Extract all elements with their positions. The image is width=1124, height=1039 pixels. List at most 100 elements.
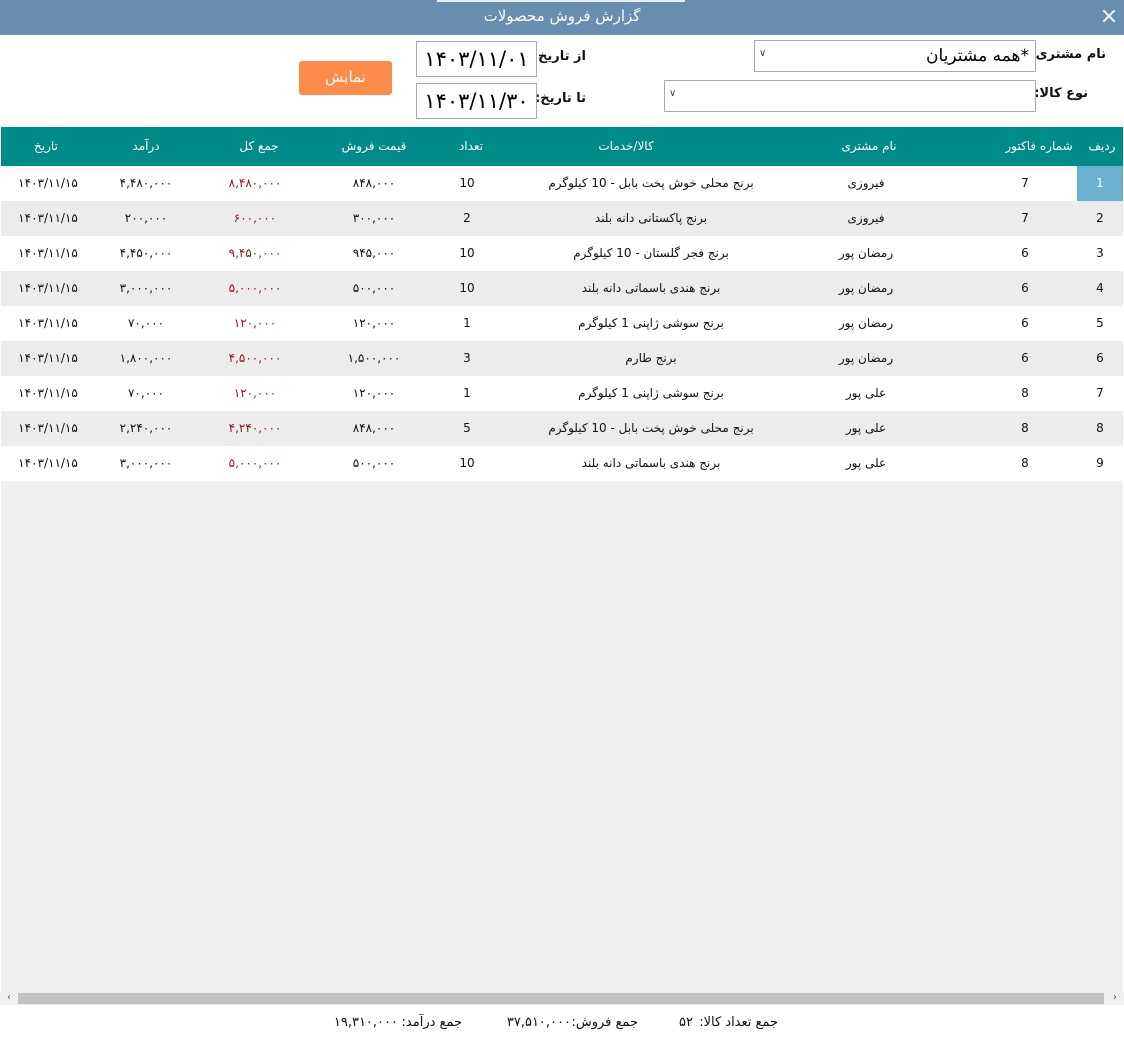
cell-income[interactable]: ۲,۲۴۰,۰۰۰ [91,411,201,446]
column-header[interactable]: شماره فاکتور [997,127,1081,166]
cell-product[interactable]: برنج طارم [511,341,791,376]
cell-product[interactable]: برنج سوشی ژاپنی 1 کیلوگرم [511,376,791,411]
close-icon[interactable]: × [1098,5,1120,29]
scroll-right-icon[interactable]: › [1108,991,1122,1004]
cell-idx[interactable]: 3 [1077,236,1123,271]
cell-idx[interactable]: 4 [1077,271,1123,306]
table-row[interactable]: 8 8 علی پور برنج محلی خوش پخت بابل - 10 کیل… [1,411,1123,446]
cell-date[interactable]: ۱۴۰۳/۱۱/۱۵ [1,341,95,376]
table-row[interactable]: 9 8 علی پور برنج هندی باسماتی دانه بلند 10 ۵۰… [1,446,1123,481]
cell-price[interactable]: ۱۲۰,۰۰۰ [317,306,431,341]
to-date-field[interactable]: ۱۴۰۳/۱۱/۳۰ [416,83,537,119]
cell-price[interactable]: ۸۴۸,۰۰۰ [317,411,431,446]
cell-date[interactable]: ۱۴۰۳/۱۱/۱۵ [1,446,95,481]
cell-idx[interactable]: 9 [1077,446,1123,481]
cell-product[interactable]: برنج سوشی ژاپنی 1 کیلوگرم [511,306,791,341]
table-row[interactable]: 7 8 علی پور برنج سوشی ژاپنی 1 کیلوگرم 1 ۱۲۰,۰… [1,376,1123,411]
cell-idx[interactable]: 6 [1077,341,1123,376]
table-row[interactable]: 5 6 رمضان پور برنج سوشی ژاپنی 1 کیلوگرم 1 ۱۲۰… [1,306,1123,341]
cell-qty[interactable]: 3 [437,341,497,376]
cell-idx[interactable]: 8 [1077,411,1123,446]
column-header[interactable]: تعداد [431,127,511,166]
cell-date[interactable]: ۱۴۰۳/۱۱/۱۵ [1,201,95,236]
cell-qty[interactable]: 1 [437,376,497,411]
cell-qty[interactable]: 10 [437,166,497,201]
cell-income[interactable]: ۷۰,۰۰۰ [91,376,201,411]
cell-idx[interactable]: 5 [1077,306,1123,341]
product-type-combo[interactable]: ∨ [664,80,1036,112]
cell-product[interactable]: برنج فجر گلستان - 10 کیلوگرم [511,236,791,271]
cell-product[interactable]: برنج پاکستانی دانه بلند [511,201,791,236]
customer-combo[interactable]: *همه مشتریان ∨ [754,40,1036,72]
cell-price[interactable]: ۳۰۰,۰۰۰ [317,201,431,236]
cell-invoice[interactable]: 6 [981,306,1069,341]
cell-date[interactable]: ۱۴۰۳/۱۱/۱۵ [1,411,95,446]
table-row[interactable]: 3 6 رمضان پور برنج فجر گلستان - 10 کیلوگرم 1… [1,236,1123,271]
cell-idx[interactable]: 1 [1077,166,1123,201]
scrollbar-thumb[interactable] [18,993,1104,1004]
from-date-field[interactable]: ۱۴۰۳/۱۱/۰۱ [416,41,537,77]
cell-product[interactable]: برنج محلی خوش پخت بابل - 10 کیلوگرم [511,166,791,201]
column-header[interactable]: کالا/خدمات [511,127,741,166]
cell-product[interactable]: برنج محلی خوش پخت بابل - 10 کیلوگرم [511,411,791,446]
cell-total[interactable]: ۹,۴۵۰,۰۰۰ [197,236,313,271]
horizontal-scrollbar[interactable]: ‹ › [0,992,1124,1005]
cell-date[interactable]: ۱۴۰۳/۱۱/۱۵ [1,306,95,341]
cell-invoice[interactable]: 7 [981,201,1069,236]
cell-price[interactable]: ۱۲۰,۰۰۰ [317,376,431,411]
cell-invoice[interactable]: 7 [981,166,1069,201]
cell-total[interactable]: ۸,۴۸۰,۰۰۰ [197,166,313,201]
cell-total[interactable]: ۶۰۰,۰۰۰ [197,201,313,236]
cell-qty[interactable]: 10 [437,446,497,481]
cell-qty[interactable]: 5 [437,411,497,446]
cell-qty[interactable]: 1 [437,306,497,341]
cell-price[interactable]: ۹۴۵,۰۰۰ [317,236,431,271]
cell-income[interactable]: ۳,۰۰۰,۰۰۰ [91,271,201,306]
cell-income[interactable]: ۳,۰۰۰,۰۰۰ [91,446,201,481]
cell-total[interactable]: ۴,۵۰۰,۰۰۰ [197,341,313,376]
scroll-left-icon[interactable]: ‹ [2,991,16,1004]
cell-price[interactable]: ۱,۵۰۰,۰۰۰ [317,341,431,376]
cell-total[interactable]: ۱۲۰,۰۰۰ [197,376,313,411]
cell-product[interactable]: برنج هندی باسماتی دانه بلند [511,446,791,481]
column-header[interactable]: نام مشتری [741,127,997,166]
table-row[interactable]: 6 6 رمضان پور برنج طارم 3 ۱,۵۰۰,۰۰۰ ۴,۵۰۰,۰۰۰ ۱… [1,341,1123,376]
cell-price[interactable]: ۵۰۰,۰۰۰ [317,446,431,481]
cell-invoice[interactable]: 8 [981,411,1069,446]
table-row[interactable]: 4 6 رمضان پور برنج هندی باسماتی دانه بلند 10… [1,271,1123,306]
cell-total[interactable]: ۱۲۰,۰۰۰ [197,306,313,341]
column-header[interactable]: جمع کل [201,127,317,166]
column-header[interactable]: تاریخ [1,127,91,166]
cell-invoice[interactable]: 6 [981,341,1069,376]
cell-invoice[interactable]: 8 [981,376,1069,411]
table-row[interactable]: 1 7 فیروزی برنج محلی خوش پخت بابل - 10 کیلو… [1,166,1123,201]
cell-invoice[interactable]: 8 [981,446,1069,481]
cell-qty[interactable]: 10 [437,271,497,306]
cell-qty[interactable]: 2 [437,201,497,236]
column-header[interactable]: قیمت فروش [317,127,431,166]
cell-total[interactable]: ۵,۰۰۰,۰۰۰ [197,446,313,481]
cell-income[interactable]: ۱,۸۰۰,۰۰۰ [91,341,201,376]
cell-total[interactable]: ۴,۲۴۰,۰۰۰ [197,411,313,446]
cell-income[interactable]: ۷۰,۰۰۰ [91,306,201,341]
cell-date[interactable]: ۱۴۰۳/۱۱/۱۵ [1,166,95,201]
cell-date[interactable]: ۱۴۰۳/۱۱/۱۵ [1,376,95,411]
cell-income[interactable]: ۴,۴۵۰,۰۰۰ [91,236,201,271]
cell-invoice[interactable]: 6 [981,271,1069,306]
cell-qty[interactable]: 10 [437,236,497,271]
cell-price[interactable]: ۸۴۸,۰۰۰ [317,166,431,201]
column-header[interactable]: ردیف [1081,127,1123,166]
cell-idx[interactable]: 2 [1077,201,1123,236]
cell-price[interactable]: ۵۰۰,۰۰۰ [317,271,431,306]
cell-income[interactable]: ۴,۴۸۰,۰۰۰ [91,166,201,201]
cell-date[interactable]: ۱۴۰۳/۱۱/۱۵ [1,271,95,306]
cell-idx[interactable]: 7 [1077,376,1123,411]
table-row[interactable]: 2 7 فیروزی برنج پاکستانی دانه بلند 2 ۳۰۰,۰۰۰ ۶… [1,201,1123,236]
cell-total[interactable]: ۵,۰۰۰,۰۰۰ [197,271,313,306]
cell-date[interactable]: ۱۴۰۳/۱۱/۱۵ [1,236,95,271]
cell-product[interactable]: برنج هندی باسماتی دانه بلند [511,271,791,306]
show-button[interactable]: نمایش [299,61,392,95]
cell-income[interactable]: ۲۰۰,۰۰۰ [91,201,201,236]
column-header[interactable]: درآمد [91,127,201,166]
cell-invoice[interactable]: 6 [981,236,1069,271]
